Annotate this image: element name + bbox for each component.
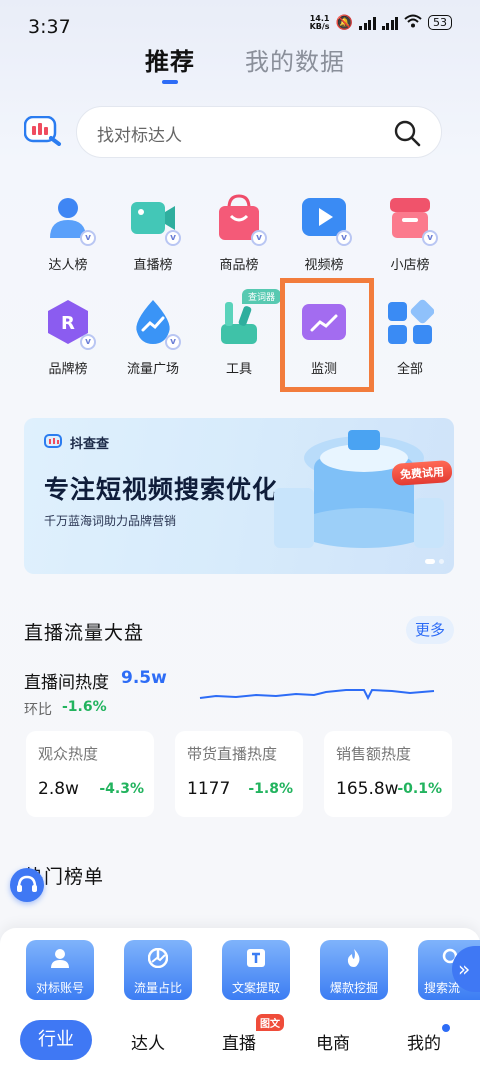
status-icons: 14.1 KB/s 🔕 53 <box>310 14 452 31</box>
tool-copy-extract[interactable]: 文案提取 <box>222 940 290 1000</box>
nav-live-badge: 图文 <box>256 1014 284 1031</box>
signal-icon <box>381 16 398 30</box>
category-live-rank[interactable]: v 直播榜 <box>113 194 193 273</box>
svg-text:R: R <box>61 313 75 334</box>
category-store-rank[interactable]: v 小店榜 <box>370 194 450 273</box>
hb-label: 环比 <box>24 702 52 718</box>
chevron-double-right-icon: » <box>458 957 471 981</box>
headset-icon <box>17 875 37 892</box>
card-title: 带货直播热度 <box>187 745 278 763</box>
category-label: 小店榜 <box>390 258 430 273</box>
nav-talent[interactable]: 达人 <box>131 1029 165 1054</box>
nav-live[interactable]: 直播 <box>222 1029 256 1054</box>
banner-title: 专注短视频搜索优化 <box>44 475 279 504</box>
flame-icon <box>347 949 360 967</box>
bottom-nav: 行业 达人 直播 图文 电商 我的 <box>0 1014 480 1066</box>
tools-tag: 查词器 <box>242 289 282 304</box>
person-icon <box>51 949 69 968</box>
category-label: 全部 <box>396 362 423 377</box>
battery-icon: 53 <box>428 15 452 30</box>
stat-card-audience[interactable]: 观众热度 2.8w -4.3% <box>26 731 154 817</box>
status-time: 3:37 <box>28 16 71 38</box>
card-delta: -0.1% <box>397 781 442 797</box>
heat-label: 直播间热度 <box>24 673 109 693</box>
app-logo-icon[interactable] <box>23 115 62 146</box>
text-icon <box>247 949 265 967</box>
highlight-box <box>280 278 374 392</box>
category-label: 流量广场 <box>126 362 179 377</box>
brand-logo-icon <box>44 433 64 452</box>
category-label: 直播榜 <box>133 258 173 273</box>
tab-my-data[interactable]: 我的数据 <box>245 42 345 77</box>
section-title-live: 直播流量大盘 <box>24 622 145 644</box>
category-label: 商品榜 <box>219 258 259 273</box>
play-icon: v <box>300 194 352 246</box>
card-delta: -1.8% <box>248 781 293 797</box>
nav-ecommerce[interactable]: 电商 <box>316 1029 350 1054</box>
card-value: 2.8w <box>38 779 79 799</box>
tab-recommend[interactable]: 推荐 <box>145 42 195 77</box>
hb-value: -1.6% <box>62 699 107 715</box>
card-value: 165.8w <box>336 779 399 799</box>
person-icon: v <box>44 194 96 246</box>
brand-hexagon-icon: R v <box>44 298 96 350</box>
search-input[interactable]: 找对标达人 <box>76 106 442 158</box>
flow-drop-icon: v <box>129 298 181 350</box>
heat-sparkline <box>199 688 435 701</box>
wifi-icon <box>404 14 422 31</box>
search-icon[interactable] <box>393 119 421 151</box>
category-video-rank[interactable]: v 视频榜 <box>284 194 364 273</box>
video-camera-icon: v <box>129 194 181 246</box>
tools-icon <box>215 298 263 346</box>
category-tools[interactable]: 工具 <box>199 298 279 377</box>
tool-traffic-share[interactable]: 流量占比 <box>124 940 192 1000</box>
store-icon: v <box>386 194 438 246</box>
card-delta: -4.3% <box>99 781 144 797</box>
tool-label: 文案提取 <box>231 981 280 995</box>
tab-underline <box>162 80 178 84</box>
card-title: 销售额热度 <box>336 745 412 763</box>
heat-value: 9.5w <box>121 668 167 688</box>
category-traffic-square[interactable]: v 流量广场 <box>113 298 193 377</box>
status-bar: 3:37 14.1 KB/s 🔕 53 <box>0 0 480 52</box>
tool-benchmark-account[interactable]: 对标账号 <box>26 940 94 1000</box>
stat-card-sales[interactable]: 销售额热度 165.8w -0.1% <box>324 731 452 817</box>
category-label: 品牌榜 <box>48 362 88 377</box>
category-talent-rank[interactable]: v 达人榜 <box>28 194 108 273</box>
card-value: 1177 <box>187 779 231 799</box>
card-title: 观众热度 <box>38 745 99 763</box>
more-button[interactable]: 更多 <box>406 616 454 644</box>
carousel-dots <box>425 559 444 564</box>
tool-label: 流量占比 <box>133 981 182 995</box>
mute-icon: 🔕 <box>335 14 353 31</box>
category-all[interactable]: 全部 <box>370 298 450 377</box>
tool-label: 爆款挖掘 <box>329 981 378 995</box>
free-trial-badge[interactable]: 免费试用 <box>391 459 453 487</box>
grid-icon <box>386 298 435 346</box>
banner-brand: 抖查查 <box>44 433 109 452</box>
shopping-bag-icon: v <box>215 194 267 246</box>
signal-icon <box>359 16 376 30</box>
category-label: 视频榜 <box>304 258 344 273</box>
tool-label: 对标账号 <box>35 981 84 995</box>
banner-illustration <box>274 430 444 548</box>
customer-service-button[interactable] <box>10 868 44 902</box>
net-speed: 14.1 KB/s <box>309 13 330 31</box>
stat-card-commerce-live[interactable]: 带货直播热度 1177 -1.8% <box>175 731 303 817</box>
banner-subtitle: 千万蓝海词助力品牌营销 <box>44 514 177 528</box>
category-label: 工具 <box>225 362 252 377</box>
pie-icon <box>148 948 168 968</box>
nav-mine[interactable]: 我的 <box>407 1029 441 1054</box>
nav-industry[interactable]: 行业 <box>20 1020 92 1060</box>
promo-banner[interactable]: 抖查查 专注短视频搜索优化 千万蓝海词助力品牌营销 免费试用 <box>24 418 454 574</box>
category-brand-rank[interactable]: R v 品牌榜 <box>28 298 108 377</box>
tool-hit-mining[interactable]: 爆款挖掘 <box>320 940 388 1000</box>
search-placeholder: 找对标达人 <box>97 126 182 146</box>
category-product-rank[interactable]: v 商品榜 <box>199 194 279 273</box>
category-label: 达人榜 <box>48 258 88 273</box>
notification-dot <box>442 1024 450 1032</box>
